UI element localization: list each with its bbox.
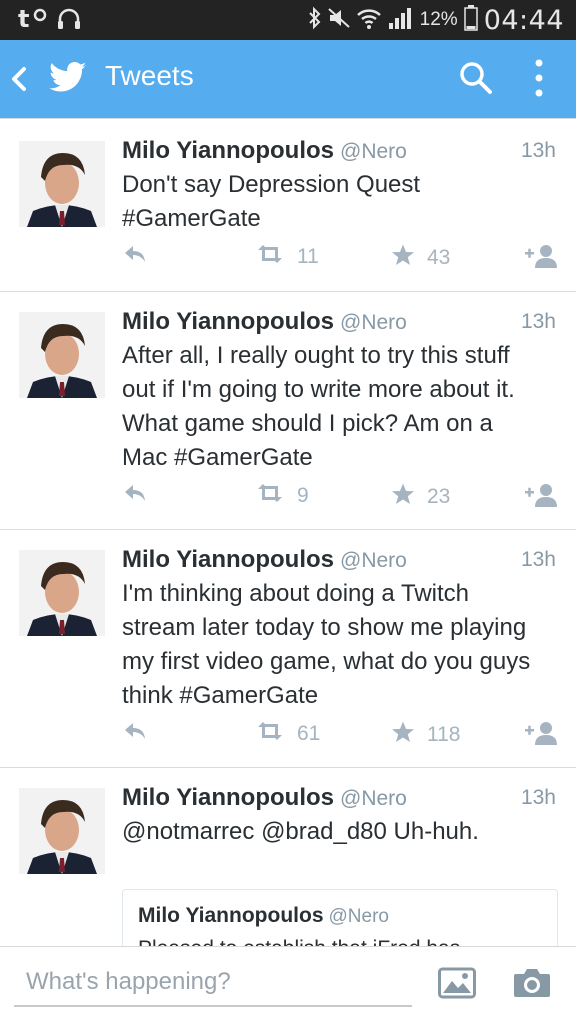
retweet-count: 11: [297, 245, 319, 268]
star-icon: [391, 243, 415, 273]
tweet-author-name[interactable]: Milo Yiannopoulos: [122, 308, 334, 335]
tweet-item[interactable]: Milo Yiannopoulos @Nero 13h I'm thinking …: [0, 529, 576, 768]
tweet-author-handle[interactable]: @Nero: [340, 787, 407, 810]
back-arrow-icon[interactable]: [8, 62, 30, 101]
compose-input[interactable]: [14, 959, 412, 1005]
tweet-header: Milo Yiannopoulos @Nero 13h: [122, 784, 556, 814]
favorite-button[interactable]: 118: [391, 720, 460, 750]
tweet-header: Milo Yiannopoulos @Nero 13h: [122, 137, 556, 167]
headphones-icon: [56, 6, 82, 37]
avatar[interactable]: [19, 788, 105, 874]
retweet-button[interactable]: 11: [255, 243, 319, 271]
tweet-timestamp: 13h: [520, 139, 556, 162]
page-title: Tweets: [105, 60, 194, 91]
retweet-count: 9: [297, 484, 309, 507]
favorite-count: 118: [427, 723, 461, 746]
tweet-author-handle[interactable]: @Nero: [340, 140, 407, 163]
tweet-timeline[interactable]: Milo Yiannopoulos @Nero 13h Don't say Dep…: [0, 118, 576, 947]
tweet-header: Milo Yiannopoulos @Nero 13h: [122, 546, 556, 576]
retweet-icon: [255, 482, 285, 510]
tweet-author-handle[interactable]: @Nero: [340, 549, 407, 572]
twitter-bird-icon[interactable]: [46, 58, 90, 103]
star-icon: [391, 720, 415, 750]
follow-user-icon: [524, 482, 558, 514]
compose-bar: [0, 946, 576, 1025]
tweet-text: Don't say Depression Quest #GamerGate: [122, 171, 421, 232]
retweet-icon: [255, 243, 285, 271]
reply-icon: [122, 243, 148, 271]
follow-user-icon: [524, 243, 558, 275]
reply-button[interactable]: [122, 720, 148, 748]
reply-button[interactable]: [122, 243, 148, 271]
avatar[interactable]: [19, 550, 105, 636]
follow-button[interactable]: [524, 720, 558, 752]
quoted-author-name: Milo Yiannopoulos: [138, 904, 324, 927]
reply-icon: [122, 482, 148, 510]
photo-icon[interactable]: [438, 967, 476, 1004]
follow-button[interactable]: [524, 243, 558, 275]
tweet-timestamp: 13h: [520, 786, 556, 809]
tweet-timestamp: 13h: [520, 548, 556, 571]
bluetooth-icon: [308, 6, 322, 35]
compose-field: [14, 959, 412, 1007]
tweet-actions: 61 118: [0, 720, 576, 754]
favorite-count: 23: [427, 485, 451, 508]
tweet-author-name[interactable]: Milo Yiannopoulos: [122, 784, 334, 811]
tweet-item[interactable]: Milo Yiannopoulos @Nero 13h Don't say Dep…: [0, 119, 576, 292]
app-bar: Tweets: [0, 40, 576, 118]
clock: 04:44: [483, 4, 564, 36]
tweet-header: Milo Yiannopoulos @Nero 13h: [122, 308, 556, 338]
camera-icon[interactable]: [513, 967, 551, 1004]
tweet-actions: 9 23: [0, 482, 576, 516]
svg-text:t: t: [18, 5, 29, 33]
signal-icon: [388, 6, 414, 35]
retweet-button[interactable]: 61: [255, 720, 320, 748]
status-bar: t 12% 04:44: [0, 0, 576, 40]
tweet-item[interactable]: Milo Yiannopoulos @Nero 13h After all, I …: [0, 291, 576, 530]
favorite-button[interactable]: 43: [391, 243, 450, 273]
quoted-tweet-header: Milo Yiannopoulos @Nero: [138, 904, 389, 928]
tweet-author-handle[interactable]: @Nero: [340, 311, 407, 334]
battery-icon: [463, 4, 478, 36]
tweet-author-name[interactable]: Milo Yiannopoulos: [122, 137, 334, 164]
tweet-author-name[interactable]: Milo Yiannopoulos: [122, 546, 334, 573]
battery-percent: 12%: [419, 9, 458, 30]
avatar[interactable]: [19, 141, 105, 227]
follow-button[interactable]: [524, 482, 558, 514]
retweet-button[interactable]: 9: [255, 482, 309, 510]
star-icon: [391, 482, 415, 512]
mute-icon: [327, 6, 350, 35]
tweet-item[interactable]: Milo Yiannopoulos @Nero 13h @notmarrec @b…: [0, 767, 576, 947]
avatar[interactable]: [19, 312, 105, 398]
tango-icon: t: [18, 4, 48, 39]
tweet-text: After all, I really ought to try this st…: [122, 342, 515, 471]
more-vert-icon[interactable]: [534, 58, 544, 103]
tweet-timestamp: 13h: [520, 310, 556, 333]
tweet-actions: 11 43: [0, 243, 576, 277]
follow-user-icon: [524, 720, 558, 752]
favorite-count: 43: [427, 246, 451, 269]
reply-icon: [122, 720, 148, 748]
quoted-author-handle: @Nero: [328, 906, 389, 927]
tweet-text: I'm thinking about doing a Twitch stream…: [122, 580, 531, 709]
favorite-button[interactable]: 23: [391, 482, 450, 512]
quoted-tweet[interactable]: Milo Yiannopoulos@Nero Pleased to establ…: [122, 889, 558, 947]
tweet-text: @notmarrec @brad_d80 Uh-huh.: [122, 818, 479, 845]
reply-button[interactable]: [122, 482, 148, 510]
retweet-count: 61: [297, 722, 321, 745]
retweet-icon: [255, 720, 285, 748]
search-icon[interactable]: [458, 60, 494, 101]
wifi-icon: [356, 6, 382, 35]
